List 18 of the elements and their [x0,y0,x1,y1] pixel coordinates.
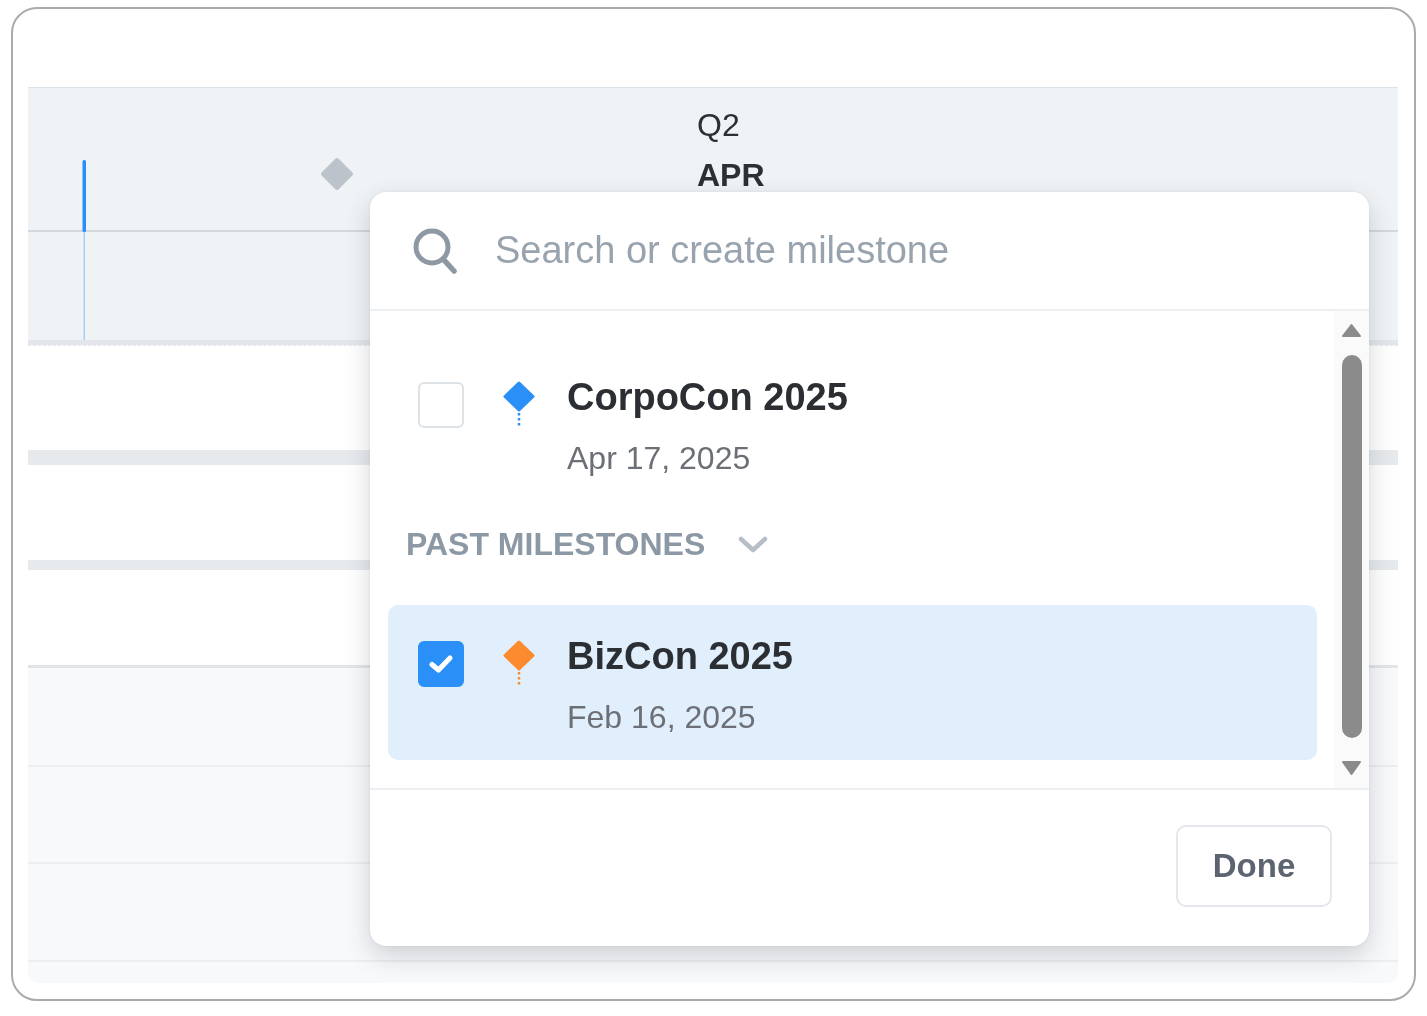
checkmark-icon [429,655,453,673]
quarter-label: Q2 [697,106,740,144]
scrollbar[interactable] [1334,311,1369,788]
milestone-date: Feb 16, 2025 [567,698,756,737]
diamond-marker-icon [320,157,354,191]
milestone-name: BizCon 2025 [567,634,793,679]
scroll-up-icon[interactable] [1341,323,1362,338]
search-field[interactable]: Search or create milestone [495,222,1329,279]
search-icon [412,226,458,275]
checkbox[interactable] [418,641,464,687]
scrollbar-thumb[interactable] [1341,355,1362,738]
scroll-down-icon[interactable] [1341,760,1362,776]
done-button[interactable]: Done [1176,825,1332,907]
month-label: APR [697,156,765,194]
milestone-row[interactable]: CorpoCon 2025 Apr 17, 2025 [388,346,1317,501]
milestone-name: CorpoCon 2025 [567,375,848,420]
milestone-row[interactable]: BizCon 2025 Feb 16, 2025 [388,605,1317,760]
milestone-date: Apr 17, 2025 [567,439,751,478]
